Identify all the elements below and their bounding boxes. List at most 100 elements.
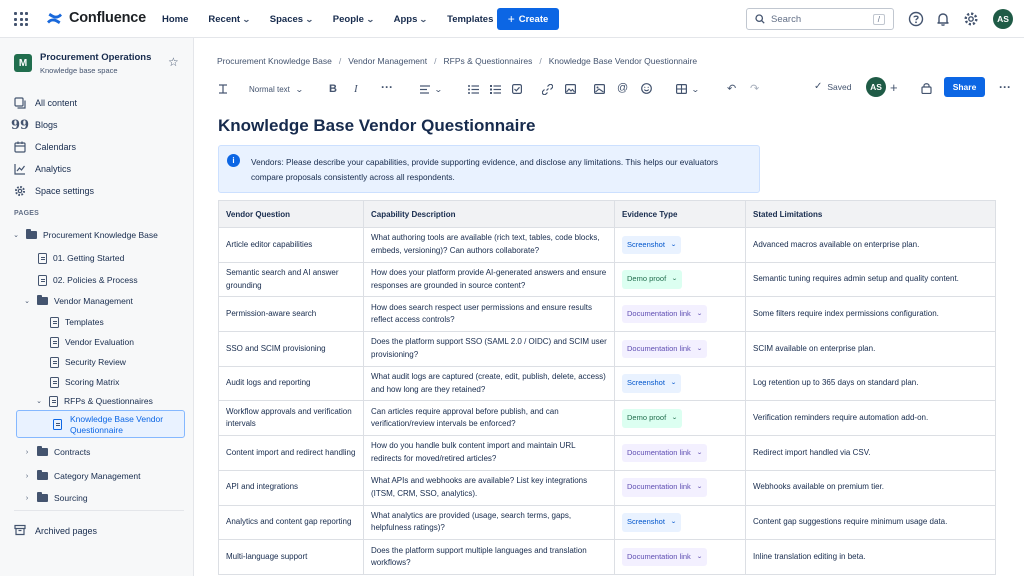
star-icon[interactable]: ☆: [168, 55, 179, 69]
evidence-type-tag[interactable]: Screenshot ⌄: [622, 374, 681, 393]
evidence-type-tag[interactable]: Documentation link ⌄: [622, 478, 707, 497]
evidence-type-cell[interactable]: Demo proof ⌄: [614, 261, 746, 298]
stated-limitations-cell[interactable]: Inline translation editing in beta.: [745, 539, 996, 575]
mention-at-icon[interactable]: @: [617, 81, 628, 95]
tree-item-category-management[interactable]: › Category Management: [23, 467, 140, 485]
stated-limitations-cell[interactable]: Semantic tuning requires admin setup and…: [745, 261, 996, 298]
tree-item-getting-started[interactable]: 01. Getting Started: [38, 249, 124, 267]
tree-item-sourcing[interactable]: › Sourcing: [23, 489, 88, 507]
column-header-stated-limitations[interactable]: Stated Limitations: [745, 200, 996, 228]
capability-description-cell[interactable]: How does search respect user permissions…: [363, 296, 615, 333]
capability-description-cell[interactable]: What APIs and webhooks are available? Li…: [363, 469, 615, 506]
stated-limitations-cell[interactable]: Webhooks available on premium tier.: [745, 469, 996, 506]
sidebar-item-space-settings[interactable]: Space settings: [14, 183, 94, 199]
capability-description-cell[interactable]: What audit logs are captured (create, ed…: [363, 365, 615, 402]
evidence-type-cell[interactable]: Documentation link ⌄: [614, 469, 746, 506]
capability-description-cell[interactable]: What analytics are provided (usage, sear…: [363, 504, 615, 541]
column-header-vendor-question[interactable]: Vendor Question: [218, 200, 364, 228]
evidence-type-cell[interactable]: Screenshot ⌄: [614, 504, 746, 541]
chevron-down-icon[interactable]: ⌄: [12, 231, 20, 239]
notifications-bell-icon[interactable]: [934, 10, 952, 28]
help-icon[interactable]: [907, 10, 925, 28]
vendor-question-cell[interactable]: Audit logs and reporting: [218, 365, 364, 402]
info-panel[interactable]: i Vendors: Please describe your capabili…: [218, 145, 760, 193]
more-formatting-icon[interactable]: ···: [381, 80, 393, 94]
settings-gear-icon[interactable]: [962, 10, 980, 28]
evidence-type-tag[interactable]: Documentation link ⌄: [622, 339, 707, 359]
add-collaborator-plus-icon[interactable]: +: [890, 80, 898, 95]
align-left-icon[interactable]: ⌄: [420, 82, 443, 96]
stated-limitations-cell[interactable]: Content gap suggestions require minimum …: [745, 504, 996, 541]
tree-item-security-review[interactable]: Security Review: [50, 353, 126, 371]
evidence-type-cell[interactable]: Documentation link ⌄: [614, 539, 746, 575]
tree-item-contracts[interactable]: › Contracts: [23, 443, 90, 461]
app-switcher-icon[interactable]: [14, 12, 28, 26]
chevron-right-icon[interactable]: ›: [23, 495, 31, 502]
tree-item-vendor-evaluation[interactable]: Vendor Evaluation: [50, 333, 134, 351]
nav-people[interactable]: People ⌄: [333, 14, 384, 25]
evidence-type-tag[interactable]: Screenshot ⌄: [622, 513, 681, 532]
chevron-down-icon[interactable]: ⌄: [23, 297, 31, 305]
stated-limitations-cell[interactable]: Redirect import handled via CSV.: [745, 435, 996, 471]
vendor-question-cell[interactable]: SSO and SCIM provisioning: [218, 331, 364, 367]
capability-description-cell[interactable]: Can articles require approval before pub…: [363, 400, 615, 437]
capability-description-cell[interactable]: Does the platform support multiple langu…: [363, 539, 615, 575]
breadcrumb-item[interactable]: Procurement Knowledge Base: [217, 56, 332, 66]
chevron-right-icon[interactable]: ›: [23, 449, 31, 456]
vendor-question-cell[interactable]: Multi-language support: [218, 539, 364, 575]
tree-item-vendor-management[interactable]: ⌄ Vendor Management: [23, 292, 133, 310]
nav-apps[interactable]: Apps ⌄: [394, 14, 437, 25]
confluence-logo[interactable]: Confluence: [46, 10, 146, 26]
evidence-type-cell[interactable]: Screenshot ⌄: [614, 365, 746, 402]
bold-icon[interactable]: B: [329, 82, 337, 96]
link-icon[interactable]: [542, 82, 553, 96]
tree-item-procurement-knowledge-base[interactable]: ⌄ Procurement Knowledge Base: [12, 226, 158, 244]
stated-limitations-cell[interactable]: Advanced macros available on enterprise …: [745, 227, 996, 263]
undo-icon[interactable]: ↶: [727, 81, 736, 95]
column-header-evidence-type[interactable]: Evidence Type: [614, 200, 746, 228]
text-format-icon[interactable]: [218, 82, 228, 96]
evidence-type-cell[interactable]: Demo proof ⌄: [614, 400, 746, 437]
sidebar-item-calendars[interactable]: Calendars: [14, 139, 76, 155]
evidence-type-tag[interactable]: Documentation link ⌄: [622, 547, 707, 567]
evidence-type-cell[interactable]: Documentation link ⌄: [614, 435, 746, 471]
evidence-type-tag[interactable]: Documentation link ⌄: [622, 443, 707, 463]
sidebar-item-analytics[interactable]: Analytics: [14, 161, 71, 177]
create-button[interactable]: + Create: [497, 8, 559, 30]
stated-limitations-cell[interactable]: Some filters require index permissions c…: [745, 296, 996, 333]
search-input[interactable]: Search /: [746, 8, 894, 30]
nav-templates[interactable]: Templates: [447, 14, 503, 25]
tree-item-scoring-matrix[interactable]: Scoring Matrix: [50, 373, 119, 391]
evidence-type-cell[interactable]: Screenshot ⌄: [614, 227, 746, 263]
stated-limitations-cell[interactable]: SCIM available on enterprise plan.: [745, 331, 996, 367]
breadcrumb-item[interactable]: RFPs & Questionnaires: [444, 56, 533, 66]
capability-description-cell[interactable]: Does the platform support SSO (SAML 2.0 …: [363, 331, 615, 367]
nav-home[interactable]: Home: [162, 14, 198, 25]
evidence-type-tag[interactable]: Demo proof ⌄: [622, 270, 683, 289]
more-actions-icon[interactable]: ···: [999, 80, 1011, 94]
sidebar-item-all-content[interactable]: All content: [14, 95, 77, 111]
column-header-capability-description[interactable]: Capability Description: [363, 200, 615, 228]
emoji-icon[interactable]: [641, 81, 652, 95]
capability-description-cell[interactable]: How does your platform provide AI-genera…: [363, 261, 615, 298]
tree-item-rfps-questionnaires[interactable]: ⌄ RFPs & Questionnaires: [35, 392, 153, 410]
media-icon[interactable]: [594, 82, 605, 96]
nav-spaces[interactable]: Spaces ⌄: [270, 14, 323, 25]
bullet-list-icon[interactable]: [468, 82, 479, 96]
vendor-question-cell[interactable]: Content import and redirect handling: [218, 435, 364, 471]
chevron-right-icon[interactable]: ›: [23, 473, 31, 480]
collaborator-avatar[interactable]: AS: [866, 77, 886, 97]
vendor-question-cell[interactable]: Workflow approvals and verification inte…: [218, 400, 364, 437]
evidence-type-tag[interactable]: Screenshot ⌄: [622, 235, 681, 255]
numbered-list-icon[interactable]: [490, 82, 501, 96]
tree-item-policies-process[interactable]: 02. Policies & Process: [38, 271, 138, 289]
italic-icon[interactable]: I: [354, 82, 358, 96]
vendor-question-cell[interactable]: Semantic search and AI answer grounding: [218, 261, 364, 298]
stated-limitations-cell[interactable]: Verification reminders require automatio…: [745, 400, 996, 437]
share-button[interactable]: Share: [944, 77, 985, 97]
vendor-question-cell[interactable]: API and integrations: [218, 469, 364, 506]
image-icon[interactable]: [565, 82, 576, 96]
user-avatar[interactable]: AS: [993, 9, 1013, 29]
stated-limitations-cell[interactable]: Log retention up to 365 days on standard…: [745, 365, 996, 402]
breadcrumb-item[interactable]: Vendor Management: [348, 56, 427, 66]
